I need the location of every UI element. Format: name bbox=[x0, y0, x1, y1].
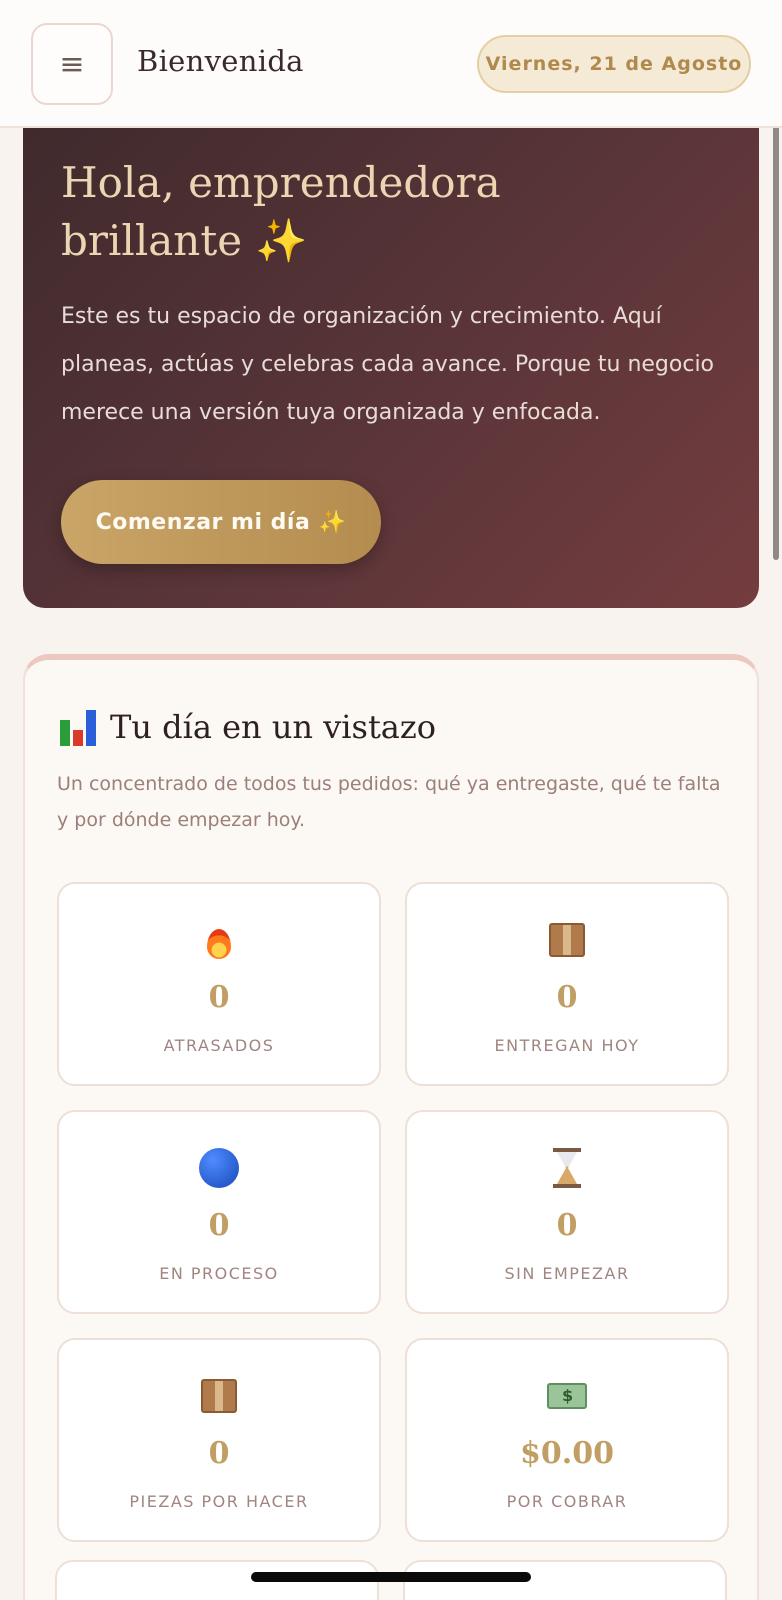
stat-tile-late[interactable]: 0 ATRASADOS bbox=[57, 882, 381, 1086]
start-day-button[interactable]: Comenzar mi día ✨ bbox=[61, 480, 381, 564]
date-badge: Viernes, 21 de Agosto bbox=[477, 35, 751, 93]
stat-tile-to-collect[interactable]: $0.00 POR COBRAR bbox=[405, 1338, 729, 1542]
stat-tile-due-today[interactable]: 0 ENTREGAN HOY bbox=[405, 882, 729, 1086]
app-screen: ≡ Bienvenida Viernes, 21 de Agosto Hola,… bbox=[0, 0, 782, 1600]
hourglass-icon bbox=[553, 1148, 581, 1188]
hero-title: Hola, emprendedora brillante ✨ bbox=[61, 158, 501, 265]
bar-chart-icon bbox=[60, 708, 96, 746]
summary-heading: Tu día en un vistazo bbox=[60, 708, 436, 746]
summary-subtitle: Un concentrado de todos tus pedidos: qué… bbox=[57, 773, 721, 831]
home-indicator[interactable] bbox=[251, 1572, 531, 1582]
stat-tile-pieces-to-make[interactable]: 0 PIEZAS POR HACER bbox=[57, 1338, 381, 1542]
package-icon bbox=[549, 923, 585, 957]
package-icon bbox=[201, 1379, 237, 1413]
summary-title: Tu día en un vistazo bbox=[110, 708, 436, 746]
menu-button[interactable]: ≡ bbox=[31, 23, 113, 105]
hero-description: Este es tu espacio de organización y cre… bbox=[61, 304, 715, 425]
money-icon bbox=[547, 1383, 587, 1409]
hero-banner: Hola, emprendedora brillante ✨ Este es t… bbox=[23, 110, 759, 608]
day-summary-card: Tu día en un vistazo Un concentrado de t… bbox=[23, 654, 759, 1600]
page-title: Bienvenida bbox=[137, 44, 304, 78]
fire-icon bbox=[205, 921, 233, 959]
top-header: ≡ Bienvenida Viernes, 21 de Agosto bbox=[0, 0, 782, 128]
blue-circle-icon bbox=[199, 1148, 239, 1188]
stat-tile-in-progress[interactable]: 0 EN PROCESO bbox=[57, 1110, 381, 1314]
menu-icon: ≡ bbox=[59, 46, 85, 82]
stat-tile-not-started[interactable]: 0 SIN EMPEZAR bbox=[405, 1110, 729, 1314]
